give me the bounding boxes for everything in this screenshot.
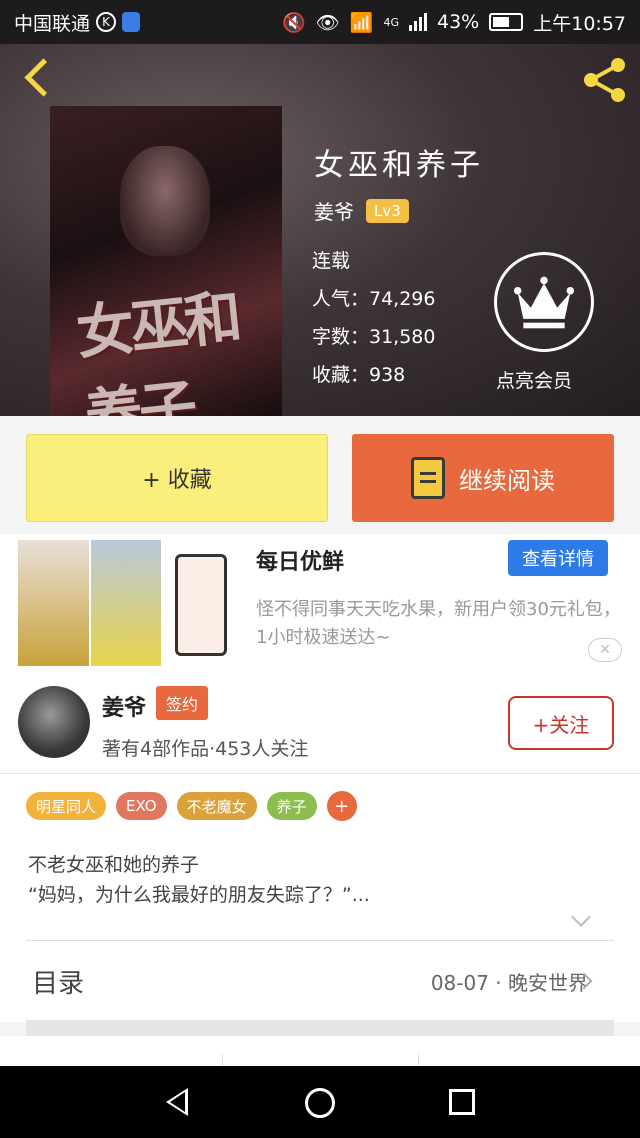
shield-icon: [122, 12, 141, 32]
cover-portrait: [120, 146, 210, 256]
author-card-name: 姜爷: [102, 696, 147, 721]
carrier-name: 中国联通: [14, 12, 91, 35]
author-name[interactable]: 姜爷: [314, 196, 354, 225]
divider: [26, 1020, 614, 1036]
tag-list: 明星同人 EXO 不老魔女 养子 +: [0, 774, 640, 838]
follow-button[interactable]: +关注: [508, 696, 614, 750]
add-tag-button[interactable]: +: [326, 791, 357, 821]
nav-back-icon[interactable]: [166, 1088, 188, 1116]
battery-icon: [489, 13, 524, 31]
ad-title: 每日优鲜: [256, 550, 345, 575]
clock: 上午10:57: [533, 12, 626, 35]
signal-icon: [409, 13, 427, 31]
toc-label: 目录: [32, 969, 85, 999]
collect-button[interactable]: + 收藏: [26, 434, 328, 522]
back-icon[interactable]: [18, 58, 58, 98]
battery-percent: 43%: [437, 11, 480, 33]
author-stats: 著有4部作品·453人关注: [102, 738, 309, 760]
crown-icon[interactable]: [494, 252, 594, 352]
book-description[interactable]: 不老女巫和她的养子 “妈妈，为什么我最好的朋友失踪了？”...: [0, 838, 640, 938]
tag-item[interactable]: 明星同人: [26, 792, 107, 820]
eye-icon: 👁: [315, 11, 340, 34]
vip-label[interactable]: 点亮会员: [496, 366, 572, 393]
book-title: 女巫和养子: [314, 148, 484, 183]
serial-status: 连载: [312, 250, 351, 272]
tag-item[interactable]: 不老魔女: [176, 792, 257, 820]
ad-image: [18, 540, 234, 666]
description-line: “妈妈，为什么我最好的朋友失踪了？”...: [28, 884, 370, 906]
tag-item[interactable]: EXO: [116, 792, 167, 820]
popularity: 人气：74,296: [312, 288, 436, 310]
system-nav-bar: [0, 1066, 640, 1138]
carrier-badge-icon: K: [96, 12, 117, 32]
ad-banner[interactable]: 每日优鲜 查看详情 怪不得同事天天吃水果，新用户领30元礼包，1小时极速送达~ …: [0, 534, 640, 674]
status-bar: 中国联通 K 🔇 👁 📶 4G 43% 上午10:57: [0, 0, 640, 44]
book-icon: [411, 457, 445, 499]
favorites-count: 收藏：938: [312, 364, 406, 386]
description-line: 不老女巫和她的养子: [28, 854, 200, 876]
level-badge: Lv3: [366, 198, 409, 223]
continue-reading-button[interactable]: 继续阅读: [352, 434, 614, 522]
share-icon[interactable]: [580, 56, 630, 104]
nav-home-icon[interactable]: [305, 1088, 335, 1118]
ad-details-button[interactable]: 查看详情: [508, 540, 608, 576]
chevron-down-icon[interactable]: [571, 907, 591, 927]
author-card[interactable]: 姜爷 签约 著有4部作品·453人关注 +关注: [0, 674, 640, 774]
close-icon[interactable]: ✕: [588, 638, 622, 662]
tab-strip-peek: [0, 1036, 640, 1068]
nav-recents-icon[interactable]: [449, 1089, 475, 1115]
wifi-icon: 📶: [349, 11, 374, 34]
cover-title-art: 女巫和养子: [73, 283, 242, 416]
network-type: 4G: [383, 15, 399, 29]
mute-icon: 🔇: [282, 11, 306, 34]
book-header: 女巫和养子 女巫和养子 姜爷 Lv3 连载 人气：74,296 字数：31,58…: [0, 44, 640, 416]
latest-chapter: 08-07 · 晚安世界: [430, 971, 588, 995]
table-of-contents-row[interactable]: 目录 08-07 · 晚安世界: [26, 940, 614, 1022]
author-line: 姜爷 Lv3: [314, 196, 409, 225]
avatar[interactable]: [18, 686, 90, 758]
word-count: 字数：31,580: [312, 326, 436, 348]
signed-badge: 签约: [156, 686, 209, 720]
ad-description: 怪不得同事天天吃水果，新用户领30元礼包，1小时极速送达~: [256, 599, 621, 648]
book-cover[interactable]: 女巫和养子: [50, 106, 282, 416]
tag-item[interactable]: 养子: [266, 792, 317, 820]
continue-reading-label: 继续阅读: [459, 466, 555, 495]
